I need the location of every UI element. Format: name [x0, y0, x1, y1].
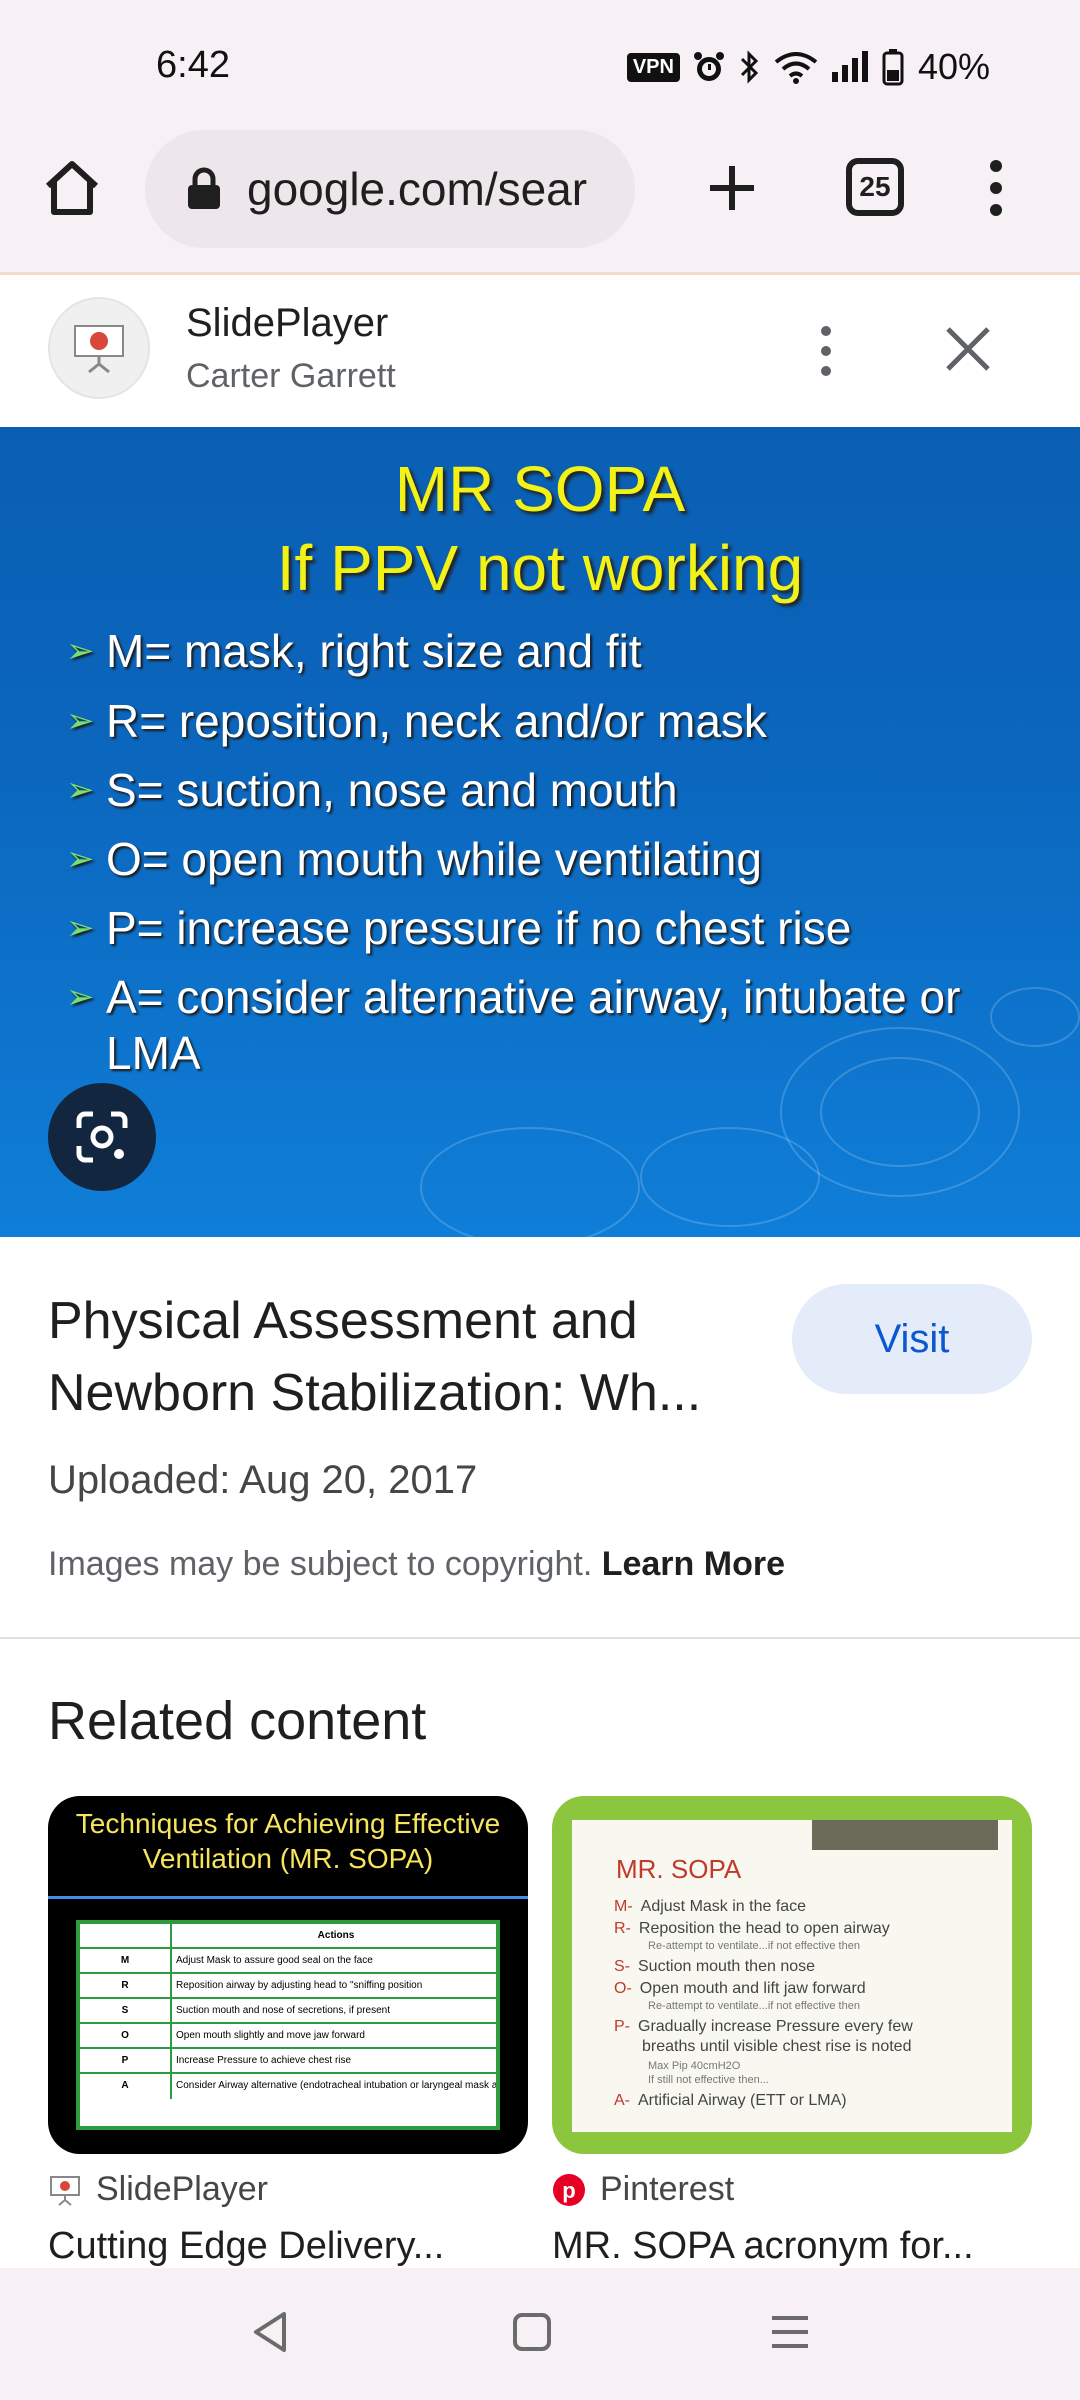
recents-icon[interactable] — [770, 2314, 810, 2350]
signal-icon — [831, 51, 868, 82]
wifi-icon — [774, 52, 818, 84]
status-icons: VPN 40% — [626, 46, 990, 88]
slide-bullet: ➢ O= open mouth while ventilating — [66, 833, 762, 885]
more-vert-icon[interactable] — [976, 156, 1016, 220]
system-nav-bar — [0, 2268, 1080, 2400]
tab-count: 25 — [859, 171, 891, 202]
card-source[interactable]: SlidePlayer — [48, 2170, 268, 2209]
thumbnail-title: MR. SOPA — [616, 1854, 742, 1884]
ripple-decoration — [420, 1127, 640, 1237]
divider — [0, 1637, 1080, 1639]
back-icon[interactable] — [250, 2310, 290, 2354]
card-caption[interactable]: Cutting Edge Delivery... — [48, 2225, 528, 2268]
table-row: Actions — [80, 1924, 496, 1949]
list-item: breaths until visible chest rise is note… — [642, 2038, 912, 2055]
vpn-badge: VPN — [626, 52, 680, 82]
list-subitem: Re-attempt to ventilate...if not effecti… — [648, 1940, 860, 1952]
list-item: A- Artificial Airway (ETT or LMA) — [614, 2092, 847, 2109]
upload-date: Uploaded: Aug 20, 2017 — [48, 1458, 478, 1502]
table-row: A Consider Airway alternative (endotrache… — [80, 2074, 496, 2099]
google-lens-button[interactable] — [48, 1083, 156, 1191]
copyright-notice: Images may be subject to copyright. Lear… — [48, 1545, 785, 1583]
slideplayer-icon — [50, 2175, 80, 2206]
table-row: O Open mouth slightly and move jaw forwar… — [80, 2024, 496, 2049]
table-row: M Adjust Mask to assure good seal on the … — [80, 1949, 496, 1974]
list-item: O- Open mouth and lift jaw forward — [614, 1980, 866, 1997]
source-author: Carter Garrett — [186, 357, 396, 395]
battery-icon — [882, 49, 904, 86]
divider — [48, 1896, 528, 1899]
status-bar: 6:42 VPN 40% — [0, 0, 1080, 130]
svg-text:p: p — [562, 2178, 575, 2203]
learn-more-link[interactable]: Learn More — [602, 1545, 785, 1583]
close-icon[interactable] — [940, 321, 996, 377]
slide-bullet: ➢ P= increase pressure if no chest rise — [66, 902, 852, 954]
source-name[interactable]: SlidePlayer — [186, 301, 388, 346]
table-row: P Increase Pressure to achieve chest rise — [80, 2049, 496, 2074]
source-header: SlidePlayer Carter Garrett — [0, 275, 1080, 427]
slide-image[interactable]: MR SOPA If PPV not working ➢ M= mask, rig… — [0, 427, 1080, 1237]
list-subitem: Re-attempt to ventilate...if not effecti… — [648, 2000, 860, 2012]
visit-button[interactable]: Visit — [792, 1284, 1032, 1394]
lens-icon — [76, 1111, 128, 1163]
slide-bullet: ➢ S= suction, nose and mouth — [66, 764, 678, 816]
pinterest-icon: p — [553, 2173, 585, 2206]
list-item: P- Gradually increase Pressure every few — [614, 2018, 913, 2035]
address-bar[interactable]: google.com/sear — [145, 130, 635, 248]
home-square-icon[interactable] — [512, 2312, 552, 2352]
browser-toolbar: google.com/sear 25 — [0, 130, 1080, 272]
slide-bullet: ➢ M= mask, right size and fit — [66, 625, 642, 677]
battery-percent: 40% — [917, 46, 990, 87]
thumbnail-table: Actions M Adjust Mask to assure good seal… — [76, 1920, 500, 2130]
list-item: M- Adjust Mask in the face — [614, 1898, 807, 1915]
arrow-bullet-icon: ➢ — [66, 632, 95, 670]
card-caption[interactable]: MR. SOPA acronym for... — [552, 2225, 1032, 2268]
alarm-icon — [693, 52, 724, 81]
result-title[interactable]: Physical Assessment and Newborn Stabiliz… — [48, 1285, 768, 1429]
related-card-thumbnail[interactable]: Techniques for Achieving Effective Venti… — [48, 1796, 528, 2154]
plus-icon[interactable] — [700, 156, 764, 220]
url-text: google.com/sear — [247, 163, 588, 215]
lock-icon — [188, 167, 220, 209]
arrow-bullet-icon: ➢ — [66, 702, 95, 740]
ripple-decoration — [640, 1127, 820, 1227]
slide-bullet: ➢ R= reposition, neck and/or mask — [66, 695, 767, 747]
arrow-bullet-icon: ➢ — [66, 909, 95, 947]
tabs-icon[interactable]: 25 — [846, 158, 904, 216]
slide-title: MR SOPA — [394, 453, 686, 525]
slideplayer-logo-icon[interactable] — [48, 297, 150, 399]
list-item: S- Suction mouth then nose — [614, 1958, 816, 1975]
related-content-heading: Related content — [48, 1691, 427, 1751]
slide-bullet: ➢ A= consider alternative airway, intubat… — [66, 971, 961, 1079]
related-card-thumbnail[interactable]: MR. SOPA M- Adjust Mask in the face R- Rep… — [552, 1796, 1032, 2154]
slide-subtitle: If PPV not working — [276, 532, 804, 604]
status-time: 6:42 — [156, 44, 230, 86]
arrow-bullet-icon: ➢ — [66, 771, 95, 809]
home-icon[interactable] — [40, 156, 104, 220]
clipboard-tab — [812, 1820, 998, 1850]
list-subitem: Max Pip 40cmH2O — [648, 2060, 741, 2072]
table-row: S Suction mouth and nose of secretions, i… — [80, 1999, 496, 2024]
thumbnail-paper: MR. SOPA M- Adjust Mask in the face R- Rep… — [572, 1820, 1012, 2132]
card-source[interactable]: p Pinterest — [552, 2170, 734, 2209]
arrow-bullet-icon: ➢ — [66, 840, 95, 878]
arrow-bullet-icon: ➢ — [66, 978, 95, 1016]
table-row: R Reposition airway by adjusting head to … — [80, 1974, 496, 1999]
list-item: R- Reposition the head to open airway — [614, 1920, 890, 1937]
list-subitem: If still not effective then... — [648, 2074, 769, 2086]
more-vert-icon[interactable] — [808, 321, 844, 381]
bluetooth-icon — [740, 50, 759, 84]
thumbnail-title: Techniques for Achieving Effective Venti… — [75, 1808, 501, 1874]
